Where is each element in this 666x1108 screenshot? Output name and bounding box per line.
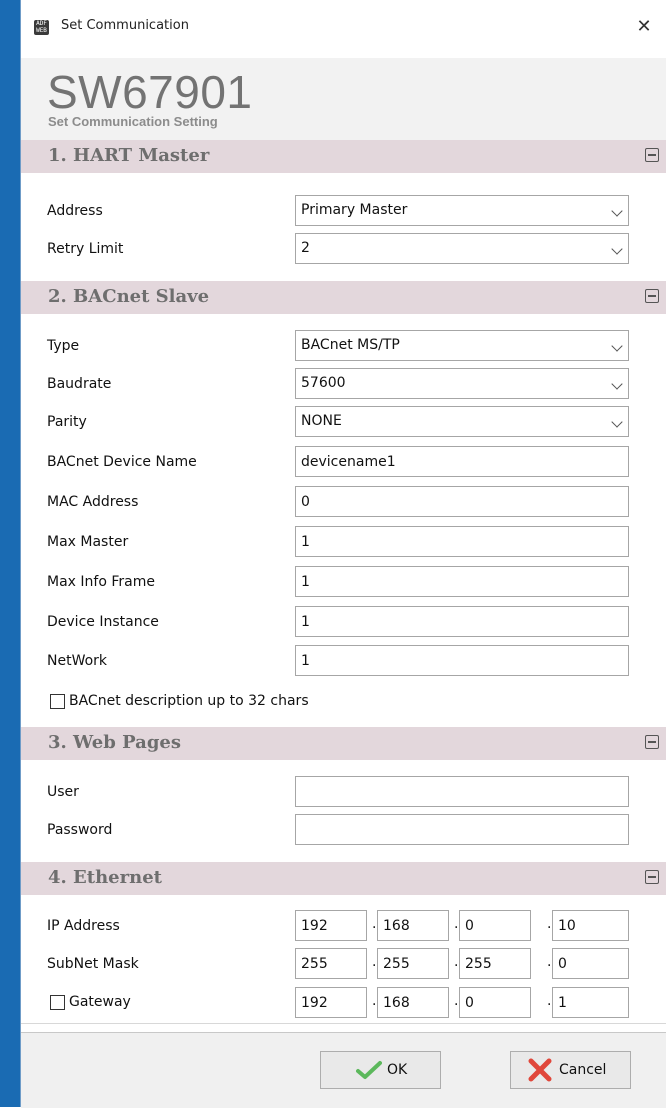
baudrate-label: Baudrate	[47, 376, 112, 392]
max-master-input[interactable]	[295, 526, 629, 557]
mask-octet-2[interactable]	[377, 948, 449, 979]
ok-button-label: OK	[387, 1062, 408, 1078]
gateway-separator: .	[372, 993, 377, 1009]
subnet-mask-label: SubNet Mask	[47, 956, 139, 972]
gateway-octet-4[interactable]	[552, 987, 629, 1018]
parity-label: Parity	[47, 414, 87, 430]
section-hart-master[interactable]: 1. HART Master	[21, 140, 666, 173]
parity-select-value: NONE	[301, 413, 342, 429]
ip-octet-4[interactable]	[552, 910, 629, 941]
collapse-icon[interactable]	[645, 148, 659, 162]
ip-octet-2[interactable]	[377, 910, 449, 941]
section-title: 2. BACnet Slave	[48, 286, 210, 307]
cancel-button[interactable]: Cancel	[510, 1051, 631, 1089]
header-area: SW67901 Set Communication Setting	[21, 58, 666, 140]
mask-separator: .	[372, 954, 377, 970]
mask-octet-4[interactable]	[552, 948, 629, 979]
mask-octet-1[interactable]	[295, 948, 367, 979]
cancel-button-label: Cancel	[559, 1062, 607, 1078]
mask-separator: .	[547, 954, 552, 970]
close-icon[interactable]: ✕	[631, 14, 657, 40]
ip-separator: .	[454, 916, 459, 932]
chevron-down-icon	[611, 243, 623, 255]
gateway-octet-2[interactable]	[377, 987, 449, 1018]
section-bacnet-slave[interactable]: 2. BACnet Slave	[21, 281, 666, 314]
cancel-x-icon	[528, 1058, 552, 1082]
title-bar: ADF WEB Set Communication ✕	[21, 0, 666, 58]
window-title: Set Communication	[61, 18, 189, 33]
address-select[interactable]: Primary Master	[295, 195, 629, 226]
user-input[interactable]	[295, 776, 629, 807]
app-logo-icon: ADF WEB	[34, 20, 49, 35]
user-label: User	[47, 784, 79, 800]
section-title: 3. Web Pages	[48, 732, 181, 753]
collapse-icon[interactable]	[645, 735, 659, 749]
window-left-stripe	[0, 0, 20, 1107]
collapse-icon[interactable]	[645, 870, 659, 884]
device-name-label: BACnet Device Name	[47, 454, 197, 470]
gateway-octet-3[interactable]	[459, 987, 531, 1018]
gateway-octet-1[interactable]	[295, 987, 367, 1018]
ip-octet-3[interactable]	[459, 910, 531, 941]
baudrate-select-value: 57600	[301, 375, 346, 391]
ip-octet-1[interactable]	[295, 910, 367, 941]
chevron-down-icon	[611, 416, 623, 428]
section-ethernet[interactable]: 4. Ethernet	[21, 862, 666, 895]
device-instance-label: Device Instance	[47, 614, 159, 630]
section-title: 4. Ethernet	[48, 867, 162, 888]
gateway-separator: .	[547, 993, 552, 1009]
product-code: SW67901	[47, 66, 253, 118]
checkmark-icon	[356, 1061, 382, 1079]
mask-octet-3[interactable]	[459, 948, 531, 979]
chevron-down-icon	[611, 205, 623, 217]
section-title: 1. HART Master	[48, 145, 210, 166]
network-input[interactable]	[295, 645, 629, 676]
address-label: Address	[47, 203, 103, 219]
type-select[interactable]: BACnet MS/TP	[295, 330, 629, 361]
type-label: Type	[47, 338, 80, 354]
mac-address-label: MAC Address	[47, 494, 139, 510]
retry-limit-value: 2	[301, 240, 310, 256]
retry-limit-label: Retry Limit	[47, 241, 124, 257]
parity-select[interactable]: NONE	[295, 406, 629, 437]
max-info-frame-label: Max Info Frame	[47, 574, 155, 590]
ip-separator: .	[547, 916, 552, 932]
collapse-icon[interactable]	[645, 289, 659, 303]
chevron-down-icon	[611, 340, 623, 352]
baudrate-select[interactable]: 57600	[295, 368, 629, 399]
gateway-separator: .	[454, 993, 459, 1009]
bacnet-desc-32-checkbox[interactable]	[50, 694, 65, 709]
device-name-input[interactable]	[295, 446, 629, 477]
max-info-frame-input[interactable]	[295, 566, 629, 597]
page-subtitle: Set Communication Setting	[48, 114, 218, 129]
password-label: Password	[47, 822, 113, 838]
mask-separator: .	[454, 954, 459, 970]
network-label: NetWork	[47, 653, 108, 669]
set-communication-dialog: ADF WEB Set Communication ✕ SW67901 Set …	[20, 0, 666, 1108]
divider	[21, 1023, 666, 1024]
chevron-down-icon	[611, 378, 623, 390]
type-select-value: BACnet MS/TP	[301, 337, 400, 353]
section-web-pages[interactable]: 3. Web Pages	[21, 727, 666, 760]
address-select-value: Primary Master	[301, 202, 408, 218]
dialog-footer: OK Cancel	[21, 1032, 666, 1108]
device-instance-input[interactable]	[295, 606, 629, 637]
password-input[interactable]	[295, 814, 629, 845]
mac-address-input[interactable]	[295, 486, 629, 517]
gateway-checkbox[interactable]	[50, 995, 65, 1010]
ip-separator: .	[372, 916, 377, 932]
ok-button[interactable]: OK	[320, 1051, 441, 1089]
bacnet-desc-32-label: BACnet description up to 32 chars	[69, 693, 309, 709]
retry-limit-select[interactable]: 2	[295, 233, 629, 264]
max-master-label: Max Master	[47, 534, 129, 550]
ip-address-label: IP Address	[47, 918, 120, 934]
gateway-label: Gateway	[69, 994, 131, 1010]
